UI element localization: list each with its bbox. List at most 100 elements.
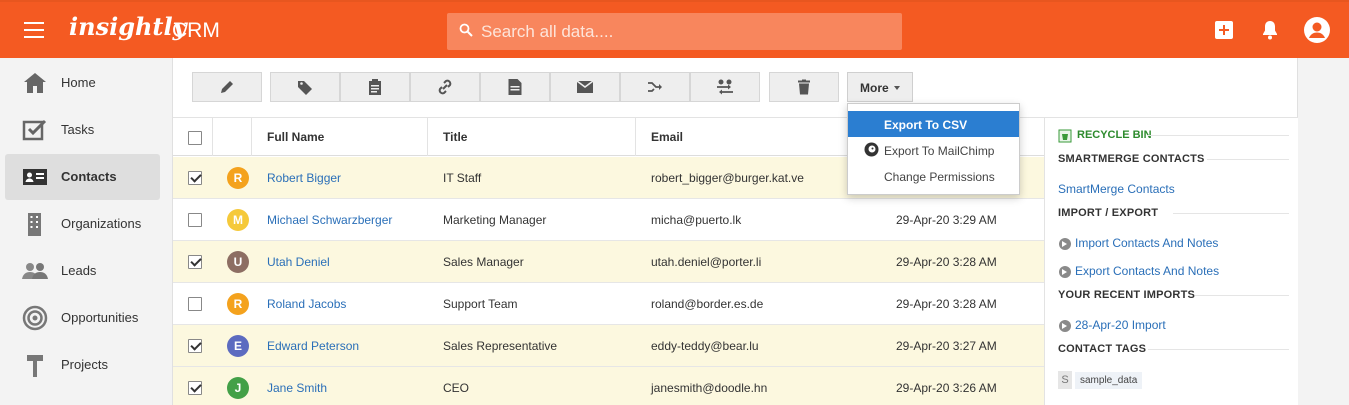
contact-title: CEO [443,381,470,395]
column-divider [427,118,428,156]
search-input[interactable] [481,13,896,50]
tag-button[interactable] [270,72,340,102]
column-header-email[interactable]: Email [651,130,683,144]
avatar: U [227,251,249,273]
recycle-bin-icon [1058,129,1072,143]
table-row[interactable]: U Utah Deniel Sales Manager utah.deniel@… [173,241,1044,283]
merge-icon [648,82,662,92]
avatar: R [227,167,249,189]
avatar: M [227,209,249,231]
transfer-icon [717,79,733,95]
nav-item-tasks[interactable]: Tasks [5,107,160,153]
edit-icon [221,81,233,93]
edit-button[interactable] [192,72,262,102]
import-contacts-link[interactable]: Import Contacts And Notes [1075,236,1218,250]
right-sidebar: RECYCLE BIN SMARTMERGE CONTACTS SmartMer… [1044,118,1299,405]
tasks-icon [22,119,47,141]
table-row[interactable]: M Michael Schwarzberger Marketing Manage… [173,199,1044,241]
more-dropdown-menu: Export To CSV Export To MailChimp Change… [847,103,1020,195]
table-row[interactable]: R Roland Jacobs Support Team roland@bord… [173,283,1044,325]
column-header-title[interactable]: Title [443,130,467,144]
add-icon[interactable] [1212,18,1236,42]
divider [1148,349,1289,350]
menu-icon[interactable] [24,22,44,38]
avatar: R [227,293,249,315]
menu-item-export-mailchimp[interactable]: Export To MailChimp [848,137,1019,163]
email-button[interactable] [550,72,620,102]
contact-name-link[interactable]: Edward Peterson [267,339,359,353]
select-all-checkbox[interactable] [188,131,202,145]
nav-item-projects[interactable]: Projects [5,342,160,388]
contact-date: 29-Apr-20 3:28 AM [896,297,997,311]
opportunities-icon [22,305,48,331]
brand-logo[interactable]: insightly [69,12,187,41]
table-row[interactable]: E Edward Peterson Sales Representative e… [173,325,1044,367]
tag-icon [298,81,312,95]
contact-title: IT Staff [443,171,482,185]
caret-down-icon [894,86,900,90]
smartmerge-heading: SMARTMERGE CONTACTS [1058,153,1205,165]
menu-item-change-permissions[interactable]: Change Permissions [848,163,1019,189]
smartmerge-link[interactable]: SmartMerge Contacts [1058,182,1175,196]
contact-title: Marketing Manager [443,213,547,227]
link-icon [438,79,452,95]
row-checkbox[interactable] [188,213,202,227]
projects-icon [27,355,43,377]
left-navigation: Home Tasks Contacts Organizations Leads … [0,58,170,405]
contact-email: janesmith@doodle.hn [651,381,768,395]
contact-date: 29-Apr-20 3:27 AM [896,339,997,353]
nav-label: Organizations [61,216,142,231]
contact-tag[interactable]: sample_data [1075,372,1143,389]
transfer-button[interactable] [690,72,760,102]
arrow-right-icon [1059,238,1071,250]
search-box[interactable] [447,13,902,50]
arrow-right-icon [1059,266,1071,278]
contact-name-link[interactable]: Roland Jacobs [267,297,346,311]
bulk-action-toolbar: More [173,58,1299,118]
contact-name-link[interactable]: Jane Smith [267,381,327,395]
nav-label: Home [61,75,96,90]
clipboard-button[interactable] [340,72,410,102]
merge-button[interactable] [620,72,690,102]
contact-date: 29-Apr-20 3:26 AM [896,381,997,395]
user-icon[interactable] [1303,16,1331,44]
organizations-icon [28,213,41,236]
row-checkbox[interactable] [188,339,202,353]
row-checkbox[interactable] [188,297,202,311]
contact-title: Sales Manager [443,255,524,269]
contact-name-link[interactable]: Michael Schwarzberger [267,213,392,227]
delete-button[interactable] [769,72,839,102]
nav-item-home[interactable]: Home [5,60,160,106]
bell-icon[interactable] [1258,18,1282,42]
contact-tags-heading: CONTACT TAGS [1058,343,1147,355]
column-divider [635,118,636,156]
row-checkbox[interactable] [188,171,202,185]
recent-import-link[interactable]: 28-Apr-20 Import [1075,318,1166,332]
nav-item-opportunities[interactable]: Opportunities [5,295,160,341]
clipboard-icon [369,79,381,95]
more-button[interactable]: More [847,72,913,102]
export-contacts-link[interactable]: Export Contacts And Notes [1075,264,1219,278]
table-row[interactable]: J Jane Smith CEO janesmith@doodle.hn 29-… [173,367,1044,405]
row-checkbox[interactable] [188,381,202,395]
contact-name-link[interactable]: Robert Bigger [267,171,341,185]
contact-title: Sales Representative [443,339,558,353]
column-header-full-name[interactable]: Full Name [267,130,324,144]
nav-item-organizations[interactable]: Organizations [5,201,160,247]
home-icon [24,73,46,93]
divider [1173,213,1289,214]
divider [1147,135,1289,136]
top-bar: insightly CRM [0,0,1349,58]
contact-email: micha@puerto.lk [651,213,742,227]
contacts-icon [23,169,47,185]
nav-item-contacts[interactable]: Contacts [5,154,160,200]
menu-item-export-csv[interactable]: Export To CSV [848,111,1019,137]
contact-name-link[interactable]: Utah Deniel [267,255,330,269]
nav-item-leads[interactable]: Leads [5,248,160,294]
delete-icon [798,79,810,95]
recycle-bin-link[interactable]: RECYCLE BIN [1077,129,1152,141]
row-checkbox[interactable] [188,255,202,269]
document-button[interactable] [480,72,550,102]
link-button[interactable] [410,72,480,102]
contact-date: 29-Apr-20 3:29 AM [896,213,997,227]
